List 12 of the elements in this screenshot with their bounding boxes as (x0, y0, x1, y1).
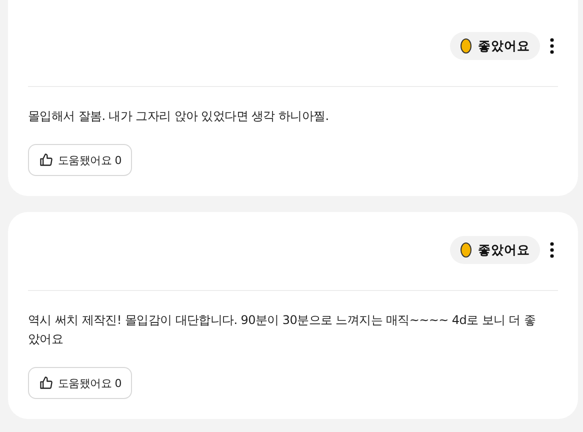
thumbs-up-icon (39, 376, 53, 390)
egg-icon (460, 38, 472, 54)
rating-badge: 좋았어요 (450, 32, 540, 60)
egg-icon (460, 242, 472, 258)
helpful-button[interactable]: 도움됐어요 0 (28, 144, 132, 176)
review-text: 몰입해서 잘봄. 내가 그자리 앉아 있었다면 생각 하니아찔. (28, 108, 330, 125)
more-icon[interactable] (550, 242, 554, 258)
helpful-button[interactable]: 도움됐어요 0 (28, 367, 132, 399)
more-icon[interactable] (550, 38, 554, 54)
rating-badge: 좋았어요 (450, 236, 540, 264)
thumbs-up-icon (39, 153, 53, 167)
review-text: 역시 써치 제작진! 몰입감이 대단합니다. 90분이 30분으로 느껴지는 매직~~~~ 4d로 보니 더 좋았어요 (28, 312, 537, 348)
